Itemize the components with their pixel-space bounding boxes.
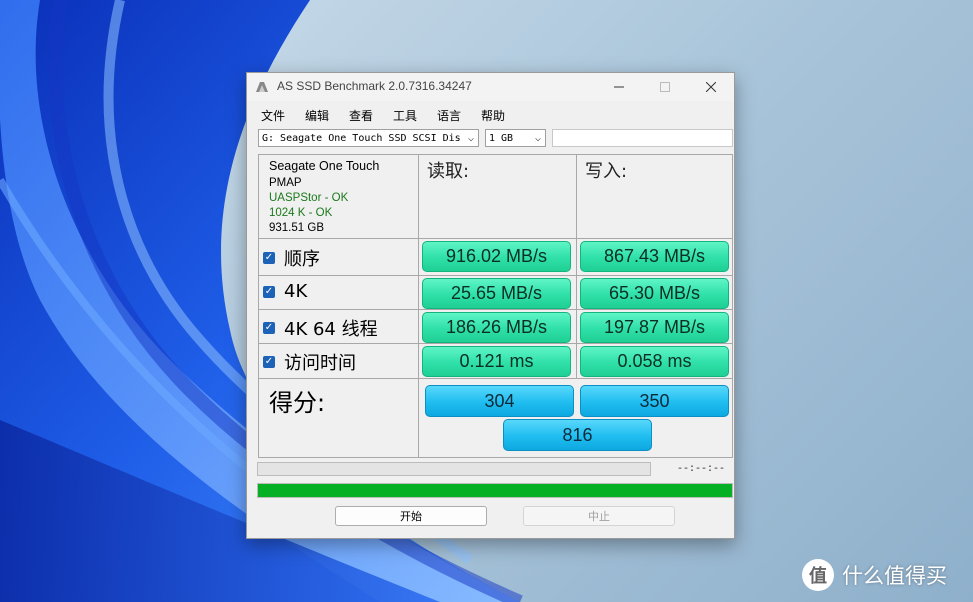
menu-language[interactable]: 语言 xyxy=(437,107,461,124)
watermark-logo-icon: 值 xyxy=(802,559,834,591)
watermark: 值 什么值得买 xyxy=(802,559,947,591)
access-write-value: 0.058 ms xyxy=(580,346,729,377)
grid-border xyxy=(418,154,419,458)
access-read-value: 0.121 ms xyxy=(422,346,571,377)
4k-write-value: 65.30 MB/s xyxy=(580,278,729,309)
capacity: 931.51 GB xyxy=(269,222,324,234)
extra-input[interactable] xyxy=(552,129,733,147)
title-bar: AS SSD Benchmark 2.0.7316.34247 xyxy=(247,73,734,101)
minimize-icon xyxy=(614,86,624,88)
write-score: 350 xyxy=(580,385,729,417)
window-title: AS SSD Benchmark 2.0.7316.34247 xyxy=(277,79,472,93)
total-progress-bar xyxy=(257,483,733,498)
seq-write-value: 867.43 MB/s xyxy=(580,241,729,272)
grid-border xyxy=(258,275,733,276)
maximize-icon xyxy=(660,82,670,92)
checkbox-checked-icon[interactable]: ✓ xyxy=(263,252,275,264)
row-label-text: 访问时间 xyxy=(284,353,356,374)
grid-border xyxy=(258,378,733,379)
uasp-status: UASPStor - OK xyxy=(269,192,349,204)
row-label-text: 4K 64 线程 xyxy=(284,319,378,340)
elapsed-time: --:--:-- xyxy=(677,464,726,475)
menu-file[interactable]: 文件 xyxy=(261,107,285,124)
grid-border xyxy=(576,154,577,379)
total-score: 816 xyxy=(503,419,652,451)
menu-view[interactable]: 查看 xyxy=(349,107,373,124)
minimize-button[interactable] xyxy=(596,73,642,101)
grid-border xyxy=(732,154,733,458)
start-button[interactable]: 开始 xyxy=(335,506,487,526)
4k-read-value: 25.65 MB/s xyxy=(422,278,571,309)
close-icon xyxy=(706,82,716,92)
watermark-text: 什么值得买 xyxy=(842,564,947,588)
grid-border xyxy=(258,343,733,344)
row-label-text: 4K xyxy=(284,281,308,302)
checkbox-checked-icon[interactable]: ✓ xyxy=(263,356,275,368)
row-label-text: 顺序 xyxy=(284,249,320,270)
menu-help[interactable]: 帮助 xyxy=(481,107,505,124)
maximize-button[interactable] xyxy=(642,73,688,101)
as-ssd-window: AS SSD Benchmark 2.0.7316.34247 文件 编辑 查看… xyxy=(246,72,735,539)
write-column-header: 写入: xyxy=(585,161,628,182)
grid-border xyxy=(258,238,733,239)
drive-select-value: G: Seagate One Touch SSD SCSI Dis xyxy=(262,133,461,144)
menu-tools[interactable]: 工具 xyxy=(393,107,417,124)
4k64-write-value: 197.87 MB/s xyxy=(580,312,729,343)
score-label: 得分: xyxy=(269,389,326,417)
checkbox-checked-icon[interactable]: ✓ xyxy=(263,285,275,298)
drive-name: Seagate One Touch xyxy=(269,159,380,173)
grid-border xyxy=(258,457,733,458)
close-button[interactable] xyxy=(688,73,734,101)
driver-name: PMAP xyxy=(269,177,302,189)
read-column-header: 读取: xyxy=(427,161,470,182)
size-select-value: 1 GB xyxy=(489,133,514,144)
progress-fill xyxy=(258,484,732,497)
seq-read-value: 916.02 MB/s xyxy=(422,241,571,272)
row-access-label[interactable]: ✓ 访问时间 xyxy=(263,349,356,375)
checkbox-checked-icon[interactable]: ✓ xyxy=(263,322,275,334)
read-score: 304 xyxy=(425,385,574,417)
grid-border xyxy=(258,309,733,310)
grid-border xyxy=(258,154,733,155)
menu-edit[interactable]: 编辑 xyxy=(305,107,329,124)
alignment-status: 1024 K - OK xyxy=(269,207,333,219)
4k64-read-value: 186.26 MB/s xyxy=(422,312,571,343)
chevron-down-icon: ⌵ xyxy=(467,133,474,144)
desktop-wallpaper: AS SSD Benchmark 2.0.7316.34247 文件 编辑 查看… xyxy=(0,0,973,602)
size-select[interactable]: 1 GB ⌵ xyxy=(485,129,546,147)
grid-border xyxy=(258,154,259,458)
row-4k64-label[interactable]: ✓ 4K 64 线程 xyxy=(263,315,378,341)
chevron-down-icon: ⌵ xyxy=(534,133,541,144)
row-4k-label[interactable]: ✓ 4K xyxy=(263,281,307,302)
drive-select[interactable]: G: Seagate One Touch SSD SCSI Dis ⌵ xyxy=(258,129,479,147)
row-seq-label[interactable]: ✓ 顺序 xyxy=(263,245,320,271)
test-progress-bar xyxy=(257,462,651,476)
abort-button[interactable]: 中止 xyxy=(523,506,675,526)
menu-bar: 文件 编辑 查看 工具 语言 帮助 xyxy=(247,105,734,125)
app-icon xyxy=(256,82,268,92)
